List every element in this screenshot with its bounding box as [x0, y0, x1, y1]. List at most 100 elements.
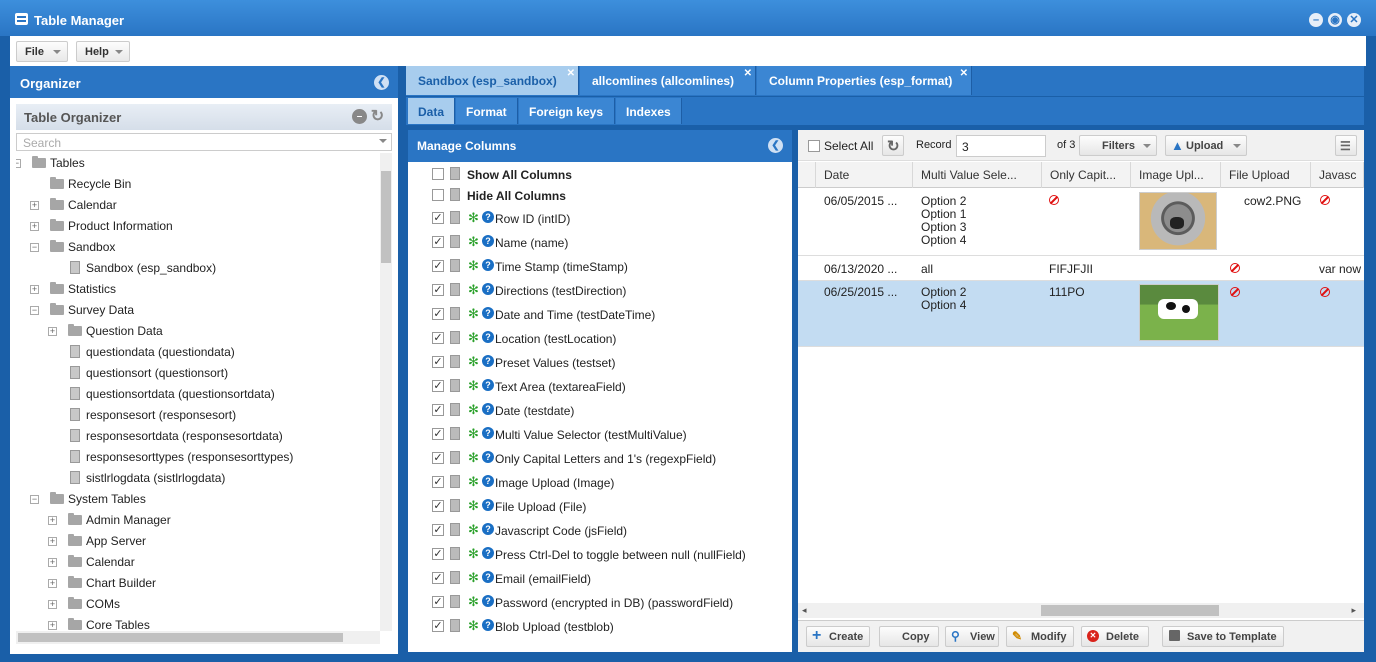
help-menu[interactable]: Help: [76, 41, 130, 62]
tree-item[interactable]: + Statistics: [16, 279, 376, 299]
tree-item[interactable]: responsesort (responsesort): [16, 405, 376, 425]
close-icon[interactable]: ✕: [1347, 13, 1361, 27]
column-checkbox[interactable]: ✓: [432, 404, 444, 416]
help-icon[interactable]: ?: [482, 211, 494, 223]
gear-icon[interactable]: ✻: [468, 570, 479, 586]
tree-item[interactable]: questionsort (questionsort): [16, 363, 376, 383]
tree-item[interactable]: responsesortdata (responsesortdata): [16, 426, 376, 446]
help-icon[interactable]: ?: [482, 355, 494, 367]
tree-item[interactable]: − Survey Data: [16, 300, 376, 320]
tree-horizontal-scroll-thumb[interactable]: [18, 633, 343, 642]
upload-button[interactable]: ▲ Upload: [1165, 135, 1247, 156]
tree-item[interactable]: + Chart Builder: [16, 573, 376, 593]
column-checkbox[interactable]: ✓: [432, 524, 444, 536]
gear-icon[interactable]: ✻: [468, 354, 479, 370]
view-button[interactable]: ⚲ View: [945, 626, 999, 647]
koala-image[interactable]: [1139, 192, 1217, 250]
tab-column-properties[interactable]: Column Properties (esp_format) ✕: [757, 66, 972, 95]
column-checkbox[interactable]: ✓: [432, 332, 444, 344]
column-checkbox[interactable]: ✓: [432, 620, 444, 632]
gear-icon[interactable]: ✻: [468, 426, 479, 442]
collapse-icon[interactable]: −: [30, 495, 39, 504]
help-icon[interactable]: ?: [482, 451, 494, 463]
subtab-data[interactable]: Data: [408, 98, 455, 124]
expand-icon[interactable]: +: [30, 222, 39, 231]
gear-icon[interactable]: ✻: [468, 522, 479, 538]
header-javascript[interactable]: Javasc: [1311, 162, 1364, 188]
column-checkbox[interactable]: ✓: [432, 428, 444, 440]
close-tab-icon[interactable]: ✕: [960, 68, 968, 79]
gear-icon[interactable]: ✻: [468, 546, 479, 562]
tree-item[interactable]: + Calendar: [16, 552, 376, 572]
help-icon[interactable]: ?: [482, 499, 494, 511]
tree-item[interactable]: + Product Information: [16, 216, 376, 236]
gear-icon[interactable]: ✻: [468, 450, 479, 466]
tree-item[interactable]: questiondata (questiondata): [16, 342, 376, 362]
tree-item[interactable]: + Admin Manager: [16, 510, 376, 530]
gear-icon[interactable]: ✻: [468, 402, 479, 418]
menu-icon[interactable]: ☰: [1335, 135, 1357, 156]
grid-horizontal-scrollbar[interactable]: ◂ ▸: [798, 603, 1364, 618]
save-to-template-button[interactable]: Save to Template: [1162, 626, 1284, 647]
help-icon[interactable]: ?: [482, 235, 494, 247]
expand-icon[interactable]: +: [48, 621, 57, 630]
cow-image[interactable]: [1139, 284, 1219, 341]
delete-button[interactable]: ✕ Delete: [1081, 626, 1149, 647]
grid-horizontal-scroll-thumb[interactable]: [1041, 605, 1219, 616]
help-icon[interactable]: ?: [482, 331, 494, 343]
table-row[interactable]: 06/05/2015 ... Option 2 Option 1 Option …: [798, 189, 1364, 256]
column-checkbox[interactable]: ✓: [432, 596, 444, 608]
gear-icon[interactable]: ✻: [468, 210, 479, 226]
tree-item[interactable]: questionsortdata (questionsortdata): [16, 384, 376, 404]
tree-item[interactable]: Recycle Bin: [16, 174, 376, 194]
gear-icon[interactable]: ✻: [468, 258, 479, 274]
column-checkbox[interactable]: ✓: [432, 260, 444, 272]
help-icon[interactable]: ?: [482, 379, 494, 391]
tree-horizontal-scrollbar[interactable]: [16, 631, 380, 644]
column-checkbox[interactable]: ✓: [432, 212, 444, 224]
gear-icon[interactable]: ✻: [468, 474, 479, 490]
maximize-icon[interactable]: ◉: [1328, 13, 1342, 27]
gear-icon[interactable]: ✻: [468, 498, 479, 514]
collapse-icon[interactable]: −: [30, 306, 39, 315]
subtab-foreign-keys[interactable]: Foreign keys: [519, 98, 615, 124]
gear-icon[interactable]: ✻: [468, 234, 479, 250]
help-icon[interactable]: ?: [482, 475, 494, 487]
refresh-icon[interactable]: ↻: [370, 109, 385, 125]
column-checkbox[interactable]: ✓: [432, 356, 444, 368]
organizer-search-input[interactable]: Search: [16, 133, 392, 151]
expand-icon[interactable]: +: [48, 558, 57, 567]
collapse-left-icon[interactable]: ❮: [374, 75, 389, 90]
hide-all-checkbox[interactable]: [432, 189, 444, 201]
tree-item[interactable]: − Tables: [16, 153, 376, 173]
close-tab-icon[interactable]: ✕: [744, 68, 752, 79]
expand-icon[interactable]: +: [30, 201, 39, 210]
column-checkbox[interactable]: ✓: [432, 284, 444, 296]
expand-icon[interactable]: +: [48, 600, 57, 609]
filters-button[interactable]: Filters: [1079, 135, 1157, 156]
gear-icon[interactable]: ✻: [468, 330, 479, 346]
column-checkbox[interactable]: ✓: [432, 500, 444, 512]
help-icon[interactable]: ?: [482, 523, 494, 535]
collapse-columns-icon[interactable]: ❮: [768, 138, 783, 153]
chevron-down-icon[interactable]: [379, 139, 387, 147]
help-icon[interactable]: ?: [482, 307, 494, 319]
gear-icon[interactable]: ✻: [468, 282, 479, 298]
help-icon[interactable]: ?: [482, 619, 494, 631]
expand-icon[interactable]: +: [48, 516, 57, 525]
column-checkbox[interactable]: ✓: [432, 380, 444, 392]
expand-icon[interactable]: +: [48, 537, 57, 546]
tree-item[interactable]: sistlrlogdata (sistlrlogdata): [16, 468, 376, 488]
scroll-right-icon[interactable]: ▸: [1351, 605, 1356, 616]
column-checkbox[interactable]: ✓: [432, 572, 444, 584]
collapse-icon[interactable]: −: [30, 243, 39, 252]
tree-item[interactable]: + Calendar: [16, 195, 376, 215]
show-all-checkbox[interactable]: [432, 168, 444, 180]
expand-icon[interactable]: +: [48, 579, 57, 588]
close-tab-icon[interactable]: ✕: [567, 68, 575, 79]
file-menu[interactable]: File: [16, 41, 68, 62]
gear-icon[interactable]: ✻: [468, 594, 479, 610]
help-icon[interactable]: ?: [482, 595, 494, 607]
header-image-upload[interactable]: Image Upl...: [1131, 162, 1221, 188]
remove-icon[interactable]: –: [352, 109, 367, 124]
